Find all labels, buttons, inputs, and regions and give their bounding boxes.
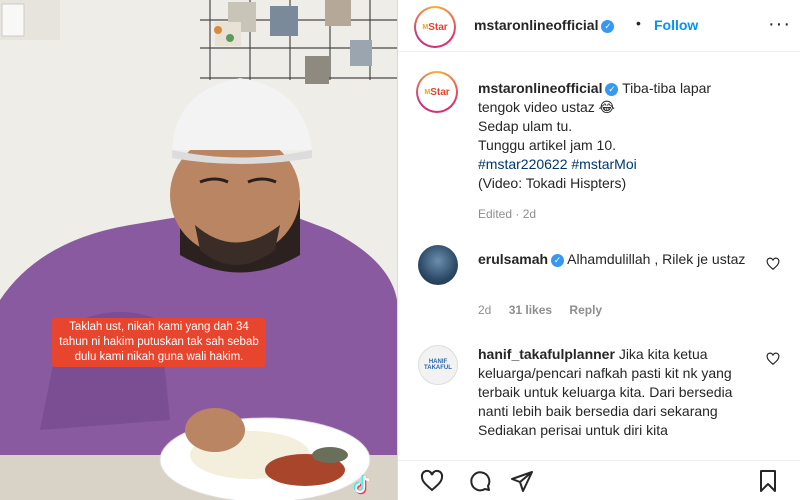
caption-line: Tiba-tiba lapar [622,80,712,96]
post-media[interactable]: Taklah ust, nikah kami yang dah 34 tahun… [0,0,397,500]
comment-likes[interactable]: 31 likes [509,303,552,317]
account-avatar[interactable]: M Star [414,6,456,48]
follow-button[interactable]: Follow [654,17,698,33]
commenter-username[interactable]: hanif_takafulplanner [478,346,615,362]
video-frame [0,0,397,500]
avatar-logo-star: Star [428,21,448,33]
comment-time: 2d [478,303,492,317]
save-bookmark-icon[interactable] [756,469,780,493]
post-header: M Star mstaronlineofficial ✓ • Follow ··· [398,0,800,52]
comment-bubble-icon[interactable] [468,469,492,493]
like-heart-icon[interactable] [420,469,444,493]
header-username[interactable]: mstaronlineofficial ✓ [474,17,615,35]
caption-avatar[interactable]: M Star [416,71,458,113]
comment-body: Alhamdulillah , Rilek je ustaz [567,251,746,267]
caption-line: Tunggu artikel jam 10. [478,137,616,153]
header-username-text[interactable]: mstaronlineofficial [474,17,598,33]
comment-text: erulsamah ✓ Alhamdulillah , Rilek je usta… [478,250,768,269]
verified-badge-icon: ✓ [601,20,615,33]
commenter-avatar[interactable]: HANIF TAKAFUL [418,345,458,385]
comment-like-icon[interactable] [766,352,780,366]
reply-button[interactable]: Reply [569,303,602,317]
edited-timestamp: Edited · 2d [478,207,537,221]
caption-username[interactable]: mstaronlineofficial [478,80,602,96]
separator-dot: • [636,15,641,31]
post-action-bar [398,460,800,500]
caption-line: tengok video ustaz 😂 [478,99,615,115]
caption-hashtags[interactable]: #mstar220622 #mstarMoi [478,155,778,174]
avatar-logo-star: Star [430,86,450,98]
tiktok-icon [353,475,370,495]
comments-section[interactable]: M Star mstaronlineofficial ✓ Tiba-tiba lap… [398,53,800,449]
caption-line: (Video: Tokadi Hispters) [478,175,627,191]
commenter-username[interactable]: erulsamah [478,251,548,267]
share-send-icon[interactable] [510,469,534,493]
more-options-icon[interactable]: ··· [768,13,791,36]
caption-line: Sedap ulam tu. [478,118,573,134]
verified-badge-icon: ✓ [605,83,619,96]
comment-meta: 2d 31 likes Reply [478,303,616,317]
post-caption: mstaronlineofficial ✓ Tiba-tiba lapar ten… [478,79,778,193]
post-details-panel: M Star mstaronlineofficial ✓ • Follow ··· … [397,0,800,500]
comment-like-icon[interactable] [766,257,780,271]
verified-badge-icon: ✓ [551,254,565,267]
commenter-avatar[interactable] [418,245,458,285]
comment-text: hanif_takafulplanner Jika kita ketua kel… [478,345,760,440]
video-caption-overlay: Taklah ust, nikah kami yang dah 34 tahun… [52,318,266,367]
